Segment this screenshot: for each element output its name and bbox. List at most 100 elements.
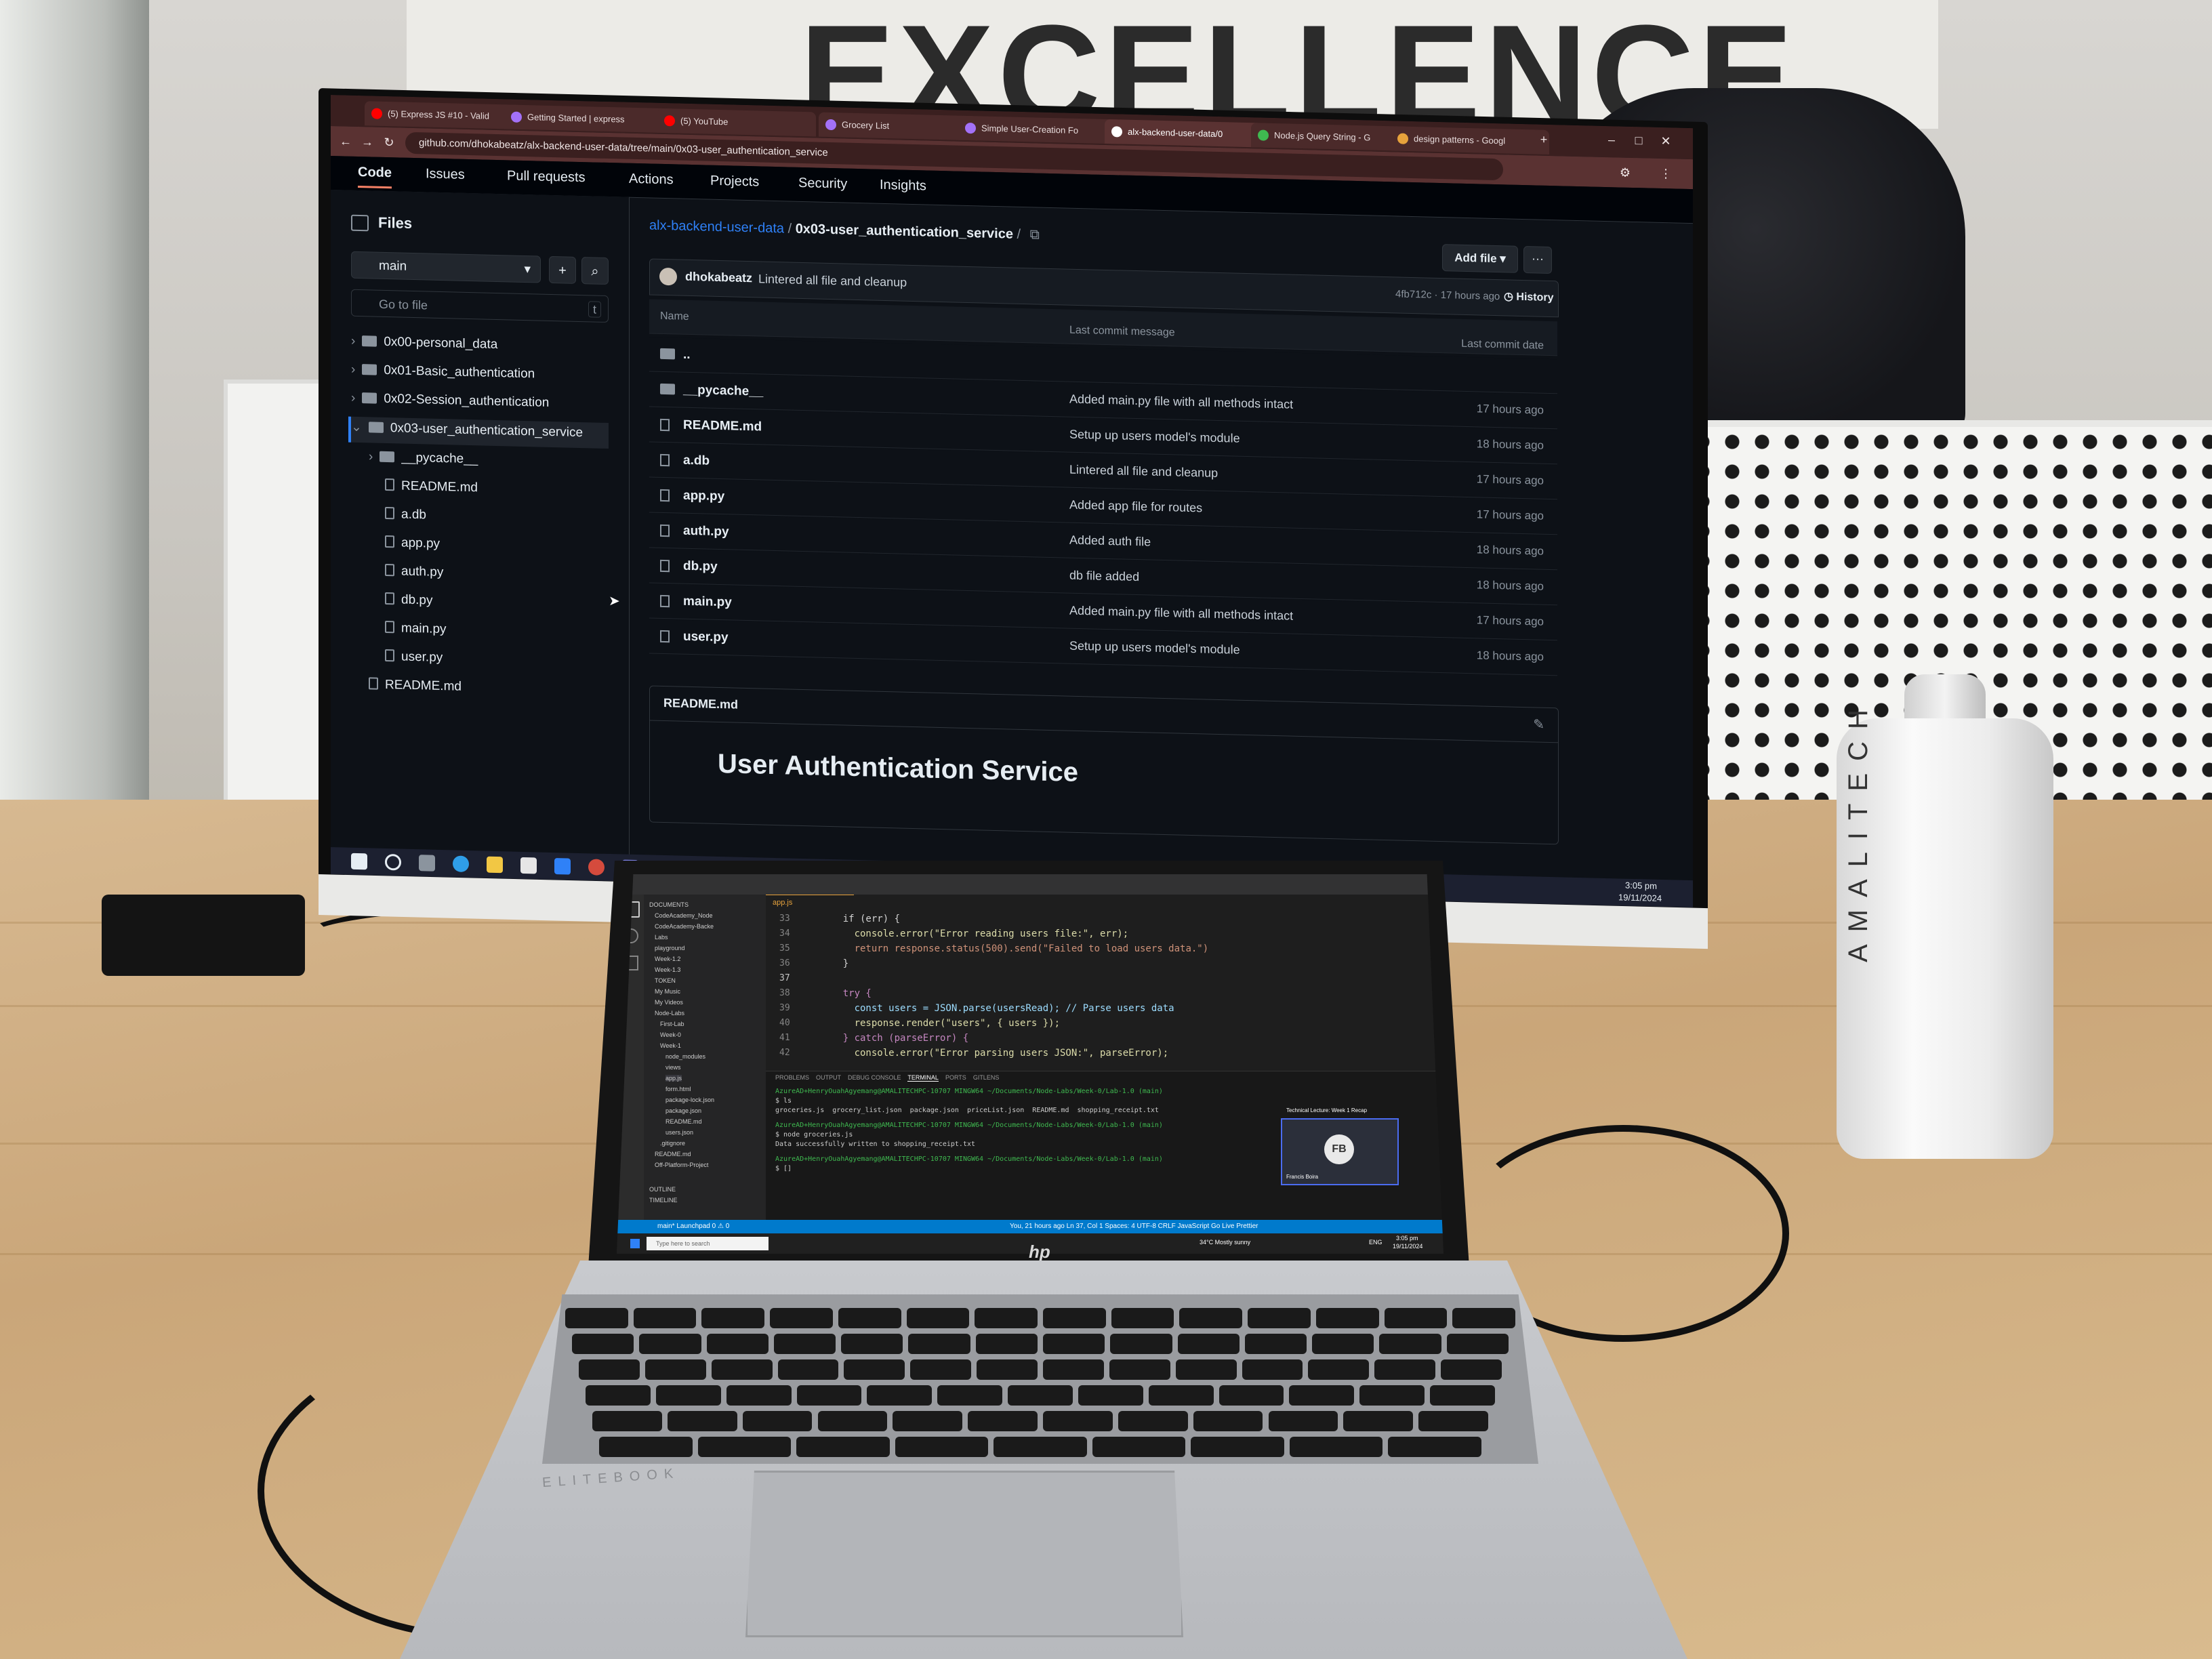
- tree-item[interactable]: › 0x01-Basic_authentication: [351, 363, 535, 382]
- explorer-item[interactable]: README.md: [665, 1118, 702, 1125]
- explorer-item[interactable]: CodeAcademy-Backe: [655, 923, 714, 930]
- explorer-item[interactable]: form.html: [665, 1086, 691, 1092]
- tab-pull-requests[interactable]: Pull requests: [507, 168, 586, 186]
- sidebar-toggle-icon[interactable]: [351, 214, 369, 232]
- task-view-icon[interactable]: [419, 855, 435, 872]
- explorer-item[interactable]: README.md: [655, 1151, 691, 1158]
- browser-tab[interactable]: (5) YouTube: [657, 108, 816, 137]
- tree-item[interactable]: README.md: [369, 677, 462, 694]
- copy-path-icon[interactable]: ⧉: [1030, 227, 1040, 242]
- explorer-item[interactable]: .gitignore: [660, 1140, 685, 1147]
- status-right[interactable]: You, 21 hours ago Ln 37, Col 1 Spaces: 4…: [1010, 1220, 1258, 1233]
- tab-code[interactable]: Code: [358, 164, 392, 189]
- new-tab-button[interactable]: +: [1537, 133, 1551, 146]
- meeting-video-tile[interactable]: Technical Lecture: Week 1 Recap FB Franc…: [1281, 1107, 1399, 1185]
- back-icon[interactable]: ←: [339, 134, 352, 148]
- chrome-icon[interactable]: [588, 859, 605, 876]
- explorer-item[interactable]: playground: [655, 945, 685, 951]
- browser-tab[interactable]: Node.js Query String - G: [1251, 123, 1410, 151]
- taskbar-search-input[interactable]: Type here to search: [647, 1237, 769, 1250]
- windows-start-icon[interactable]: [630, 1239, 640, 1248]
- commit-message[interactable]: Lintered all file and cleanup: [758, 272, 907, 289]
- tab-insights[interactable]: Insights: [880, 178, 926, 194]
- forward-icon[interactable]: →: [361, 135, 374, 148]
- touchpad[interactable]: [745, 1471, 1183, 1637]
- browser-tab[interactable]: design patterns - Googl: [1391, 126, 1549, 155]
- explorer-item[interactable]: My Music: [655, 988, 680, 995]
- browser-tab[interactable]: Getting Started | express: [504, 104, 676, 134]
- go-to-file-input[interactable]: Go to file t: [351, 289, 609, 323]
- reload-icon[interactable]: ↻: [382, 136, 396, 149]
- file-explorer-icon[interactable]: [487, 856, 503, 874]
- explorer-item[interactable]: package.json: [665, 1107, 701, 1114]
- explorer-item[interactable]: views: [665, 1064, 681, 1071]
- tree-item[interactable]: › 0x00-personal_data: [351, 334, 497, 352]
- edit-pencil-icon[interactable]: ✎: [1533, 716, 1544, 733]
- store-icon[interactable]: [520, 857, 537, 874]
- browser-tab-active[interactable]: alx-backend-user-data/0: [1105, 119, 1270, 148]
- browser-tab[interactable]: (5) Express JS #10 - Valid: [365, 101, 523, 129]
- panel-tab-gitlens[interactable]: GITLENS: [973, 1074, 1000, 1081]
- tab-security[interactable]: Security: [798, 176, 847, 192]
- browser-tab[interactable]: Grocery List: [819, 112, 977, 141]
- explorer-item[interactable]: DOCUMENTS: [649, 901, 689, 908]
- tree-item[interactable]: auth.py: [385, 563, 443, 580]
- extensions-icon[interactable]: ⚙: [1618, 165, 1632, 179]
- add-file-icon[interactable]: +: [549, 255, 576, 284]
- commit-author[interactable]: dhokabeatz: [685, 270, 752, 285]
- minimize-button[interactable]: –: [1605, 133, 1618, 146]
- menu-icon[interactable]: ⋮: [1659, 167, 1673, 180]
- tree-item[interactable]: db.py: [385, 592, 432, 609]
- tree-item[interactable]: README.md: [385, 478, 478, 495]
- explorer-item[interactable]: CodeAcademy_Node: [655, 912, 713, 919]
- status-left[interactable]: main* Launchpad 0 ⚠ 0: [657, 1223, 729, 1230]
- explorer-item[interactable]: TIMELINE: [649, 1197, 678, 1204]
- tree-item[interactable]: main.py: [385, 620, 447, 637]
- explorer-item[interactable]: Week-1: [660, 1042, 681, 1049]
- breadcrumb-repo-link[interactable]: alx-backend-user-data: [649, 218, 784, 236]
- explorer-item[interactable]: My Videos: [655, 999, 683, 1006]
- search-icon[interactable]: [385, 853, 401, 871]
- explorer-item[interactable]: First-Lab: [660, 1021, 684, 1027]
- tab-issues[interactable]: Issues: [426, 166, 465, 182]
- explorer-item[interactable]: package-lock.json: [665, 1097, 714, 1103]
- explorer-item[interactable]: Week-1.2: [655, 956, 680, 962]
- browser-tab[interactable]: Simple User-Creation Fo: [958, 115, 1124, 144]
- explorer-item[interactable]: app.js: [665, 1075, 682, 1082]
- tab-actions[interactable]: Actions: [629, 171, 674, 188]
- maximize-button[interactable]: □: [1632, 134, 1645, 147]
- editor-tab[interactable]: app.js: [766, 895, 854, 910]
- panel-tab-debug-console[interactable]: DEBUG CONSOLE: [848, 1074, 901, 1081]
- panel-tab-terminal[interactable]: TERMINAL: [907, 1074, 939, 1082]
- more-options-button[interactable]: ···: [1523, 246, 1552, 274]
- close-window-button[interactable]: ✕: [1659, 134, 1673, 148]
- add-file-button[interactable]: Add file ▾: [1442, 244, 1518, 273]
- tab-projects[interactable]: Projects: [710, 173, 759, 190]
- history-button[interactable]: ◷ History: [1504, 289, 1554, 304]
- mail-icon[interactable]: [554, 858, 571, 875]
- tree-item[interactable]: app.py: [385, 535, 440, 552]
- explorer-item[interactable]: Off-Platform-Project: [655, 1162, 708, 1168]
- explorer-item[interactable]: users.json: [665, 1129, 693, 1136]
- branch-selector[interactable]: main ▾: [351, 251, 541, 283]
- weather-widget[interactable]: 34°C Mostly sunny: [1200, 1239, 1250, 1246]
- tree-item[interactable]: › __pycache__: [369, 449, 478, 467]
- language-indicator[interactable]: ENG: [1369, 1239, 1382, 1246]
- explorer-item[interactable]: Labs: [655, 934, 668, 941]
- windows-start-icon[interactable]: [351, 853, 367, 870]
- explorer-item[interactable]: Node-Labs: [655, 1010, 684, 1017]
- panel-tab-problems[interactable]: PROBLEMS: [775, 1074, 809, 1081]
- tree-item[interactable]: user.py: [385, 649, 443, 665]
- search-icon[interactable]: ⌕: [581, 257, 609, 285]
- tree-item[interactable]: a.db: [385, 506, 426, 523]
- vscode-editor[interactable]: app.js 33 if (err) { 34 console.error("E…: [766, 895, 1443, 1071]
- explorer-item[interactable]: Week-1.3: [655, 966, 680, 973]
- tree-item[interactable]: › 0x02-Session_authentication: [351, 391, 549, 411]
- panel-tab-output[interactable]: OUTPUT: [816, 1074, 841, 1081]
- explorer-item[interactable]: OUTLINE: [649, 1186, 676, 1193]
- explorer-item[interactable]: TOKEN: [655, 977, 676, 984]
- tree-item-selected[interactable]: ⌄ 0x03-user_authentication_service: [348, 416, 609, 449]
- panel-tab-ports[interactable]: PORTS: [945, 1074, 966, 1081]
- explorer-item[interactable]: Week-0: [660, 1031, 681, 1038]
- explorer-item[interactable]: node_modules: [665, 1053, 705, 1060]
